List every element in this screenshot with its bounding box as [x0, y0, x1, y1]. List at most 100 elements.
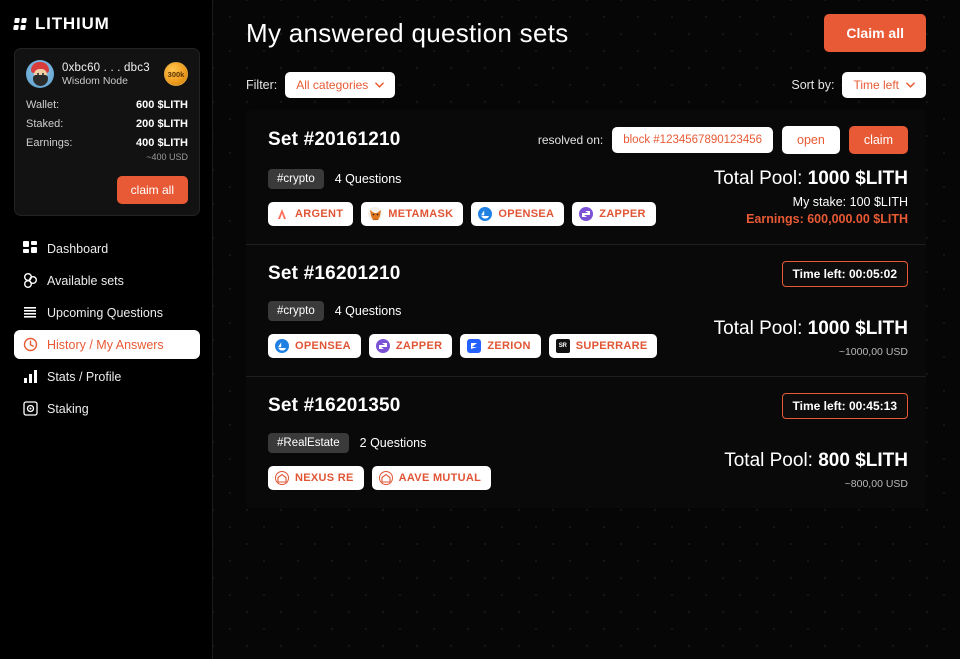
open-button[interactable]: open — [782, 126, 840, 154]
clock-icon — [23, 337, 38, 352]
sidebar-item-stats-profile[interactable]: Stats / Profile — [14, 362, 200, 391]
sort-group: Sort by: Time left — [791, 72, 926, 98]
argent-icon — [275, 207, 289, 221]
brand-chip[interactable]: OPENSEA — [471, 202, 565, 226]
time-left-badge: Time left: 00:05:02 — [781, 261, 908, 287]
superrare-icon: SR — [555, 339, 570, 353]
question-count: 4 Questions — [334, 172, 402, 186]
main-content: My answered question sets Claim all Filt… — [213, 0, 960, 659]
page-title: My answered question sets — [246, 17, 569, 48]
brand-name: ZAPPER — [599, 208, 646, 220]
wallet-address[interactable]: 0xbc60 . . . dbc3 — [62, 62, 156, 74]
card-header: Set #16201210 Time left: 00:05:02 — [268, 261, 908, 287]
question-set-card: Set #16201350 Time left: 00:45:13 #RealE… — [246, 376, 926, 508]
chevron-down-icon — [906, 82, 915, 88]
category-tag[interactable]: #crypto — [268, 301, 324, 321]
stat-row-earnings: Earnings: 400 $LITH — [26, 137, 188, 149]
dashboard-icon — [23, 241, 38, 256]
earnings-value: 600,000.00 $LITH — [807, 212, 908, 226]
category-tag[interactable]: #RealEstate — [268, 433, 349, 453]
stack-icon — [23, 305, 38, 320]
brand-logo[interactable]: LITHIUM — [13, 14, 200, 34]
block-link[interactable]: block #1234567890123456 — [612, 127, 774, 153]
opensea-icon — [275, 339, 289, 353]
pool-label: Total Pool: — [724, 450, 813, 471]
sidebar-claim-all-button[interactable]: claim all — [116, 176, 188, 204]
set-title: Set #16201210 — [268, 263, 401, 284]
question-set-card: Set #16201210 Time left: 00:05:02 #crypt… — [246, 244, 926, 376]
brand-chip[interactable]: OPENSEA — [268, 334, 361, 358]
claim-all-button[interactable]: Claim all — [824, 14, 926, 52]
brand-name: OPENSEA — [498, 208, 555, 220]
wallet-identity: 0xbc60 . . . dbc3 Wisdom Node 300k — [26, 60, 188, 88]
brand-name: AAVE MUTUAL — [398, 472, 482, 484]
sidebar-item-upcoming-questions[interactable]: Upcoming Questions — [14, 298, 200, 327]
earnings-label: Earnings: — [746, 212, 804, 226]
time-left-badge: Time left: 00:45:13 — [781, 393, 908, 419]
brand-chip[interactable]: ARGENT — [268, 202, 354, 226]
sidebar-nav: Dashboard Available sets Upcoming Questi… — [14, 234, 200, 423]
card-body: #crypto 4 Questions ARGENT METAMASK OPEN… — [268, 168, 908, 226]
pool-value: 800 $LITH — [818, 450, 908, 471]
sidebar-item-history-my-answers[interactable]: History / My Answers — [14, 330, 200, 359]
set-title: Set #20161210 — [268, 129, 401, 150]
sort-select[interactable]: Time left — [842, 72, 926, 98]
brand-name: ZAPPER — [395, 340, 443, 352]
brand-chip[interactable]: ZERION — [460, 334, 541, 358]
stat-row-staked: Staked: 200 $LITH — [26, 118, 188, 130]
question-count: 2 Questions — [359, 436, 427, 450]
brand-chip[interactable]: SR SUPERRARE — [548, 334, 658, 358]
sidebar-item-dashboard[interactable]: Dashboard — [14, 234, 200, 263]
brand-chip-list: OPENSEA ZAPPER ZERION SR SUPERRARE — [268, 334, 698, 358]
sidebar-item-available-sets[interactable]: Available sets — [14, 266, 200, 295]
sidebar-item-label: History / My Answers — [47, 337, 164, 352]
pool-label: Total Pool: — [713, 318, 803, 339]
coin-icon — [23, 401, 38, 416]
claim-button[interactable]: claim — [848, 126, 908, 154]
brand-chip-list: ARGENT METAMASK OPENSEA ZAPPER — [268, 202, 698, 226]
filter-group: Filter: All categories — [246, 72, 396, 98]
brand-chip-list: NEXUS RE AAVE MUTUAL — [268, 466, 708, 490]
stat-row-wallet: Wallet: 600 $LITH — [26, 99, 188, 111]
filter-select[interactable]: All categories — [285, 72, 396, 98]
earnings-line: Earnings: 600,000.00 $LITH — [714, 212, 908, 226]
zapper-icon — [375, 339, 390, 353]
meta-row: #crypto 4 Questions — [268, 301, 698, 321]
card-pool-info: Total Pool: 1000 $LITH My stake: 100 $LI… — [714, 168, 908, 226]
card-body: #crypto 4 Questions OPENSEA ZAPPER ZERIO… — [268, 301, 908, 358]
sidebar-item-label: Available sets — [47, 273, 124, 288]
stat-value: 200 $LITH — [136, 118, 188, 130]
zerion-icon — [467, 339, 482, 353]
card-pool-info: Total Pool: 1000 $LITH ~1000,00 USD — [714, 318, 908, 358]
wallet-role: Wisdom Node — [62, 74, 128, 87]
card-body: #RealEstate 2 Questions NEXUS RE AAVE MU… — [268, 433, 908, 490]
stake-line: My stake: 100 $LITH — [792, 195, 908, 209]
nexus-re-icon — [275, 471, 289, 485]
brand-name: NEXUS RE — [295, 472, 354, 484]
metamask-icon — [368, 207, 383, 221]
cubes-icon — [23, 273, 38, 288]
brand-chip[interactable]: NEXUS RE — [268, 466, 364, 490]
brand-name: ARGENT — [295, 208, 344, 220]
pool-value: 1000 $LITH — [807, 318, 908, 339]
question-count: 4 Questions — [334, 304, 402, 318]
list-controls: Filter: All categories Sort by: Time lef… — [246, 72, 926, 98]
stat-value: 600 $LITH — [136, 99, 188, 111]
brand-chip[interactable]: METAMASK — [361, 202, 464, 226]
brand-name: METAMASK — [388, 208, 454, 220]
filter-value: All categories — [296, 78, 369, 92]
earnings-usd: ~400 USD — [146, 152, 188, 162]
brand-chip[interactable]: ZAPPER — [572, 202, 656, 226]
pool-line: Total Pool: 1000 $LITH — [714, 168, 908, 190]
sidebar-item-staking[interactable]: Staking — [14, 394, 200, 423]
pool-line: Total Pool: 1000 $LITH — [714, 318, 908, 340]
app-root: LITHIUM 0xbc60 . . . dbc3 Wisdom Node 30… — [0, 0, 960, 659]
bar-chart-icon — [23, 369, 38, 384]
brand-name: SUPERRARE — [575, 340, 648, 352]
brand-chip[interactable]: ZAPPER — [368, 334, 453, 358]
pool-line: Total Pool: 800 $LITH — [724, 450, 908, 472]
category-tag[interactable]: #crypto — [268, 169, 324, 189]
page-header: My answered question sets Claim all — [246, 14, 926, 52]
brand-chip[interactable]: AAVE MUTUAL — [371, 466, 492, 490]
pool-label: Total Pool: — [713, 168, 803, 189]
